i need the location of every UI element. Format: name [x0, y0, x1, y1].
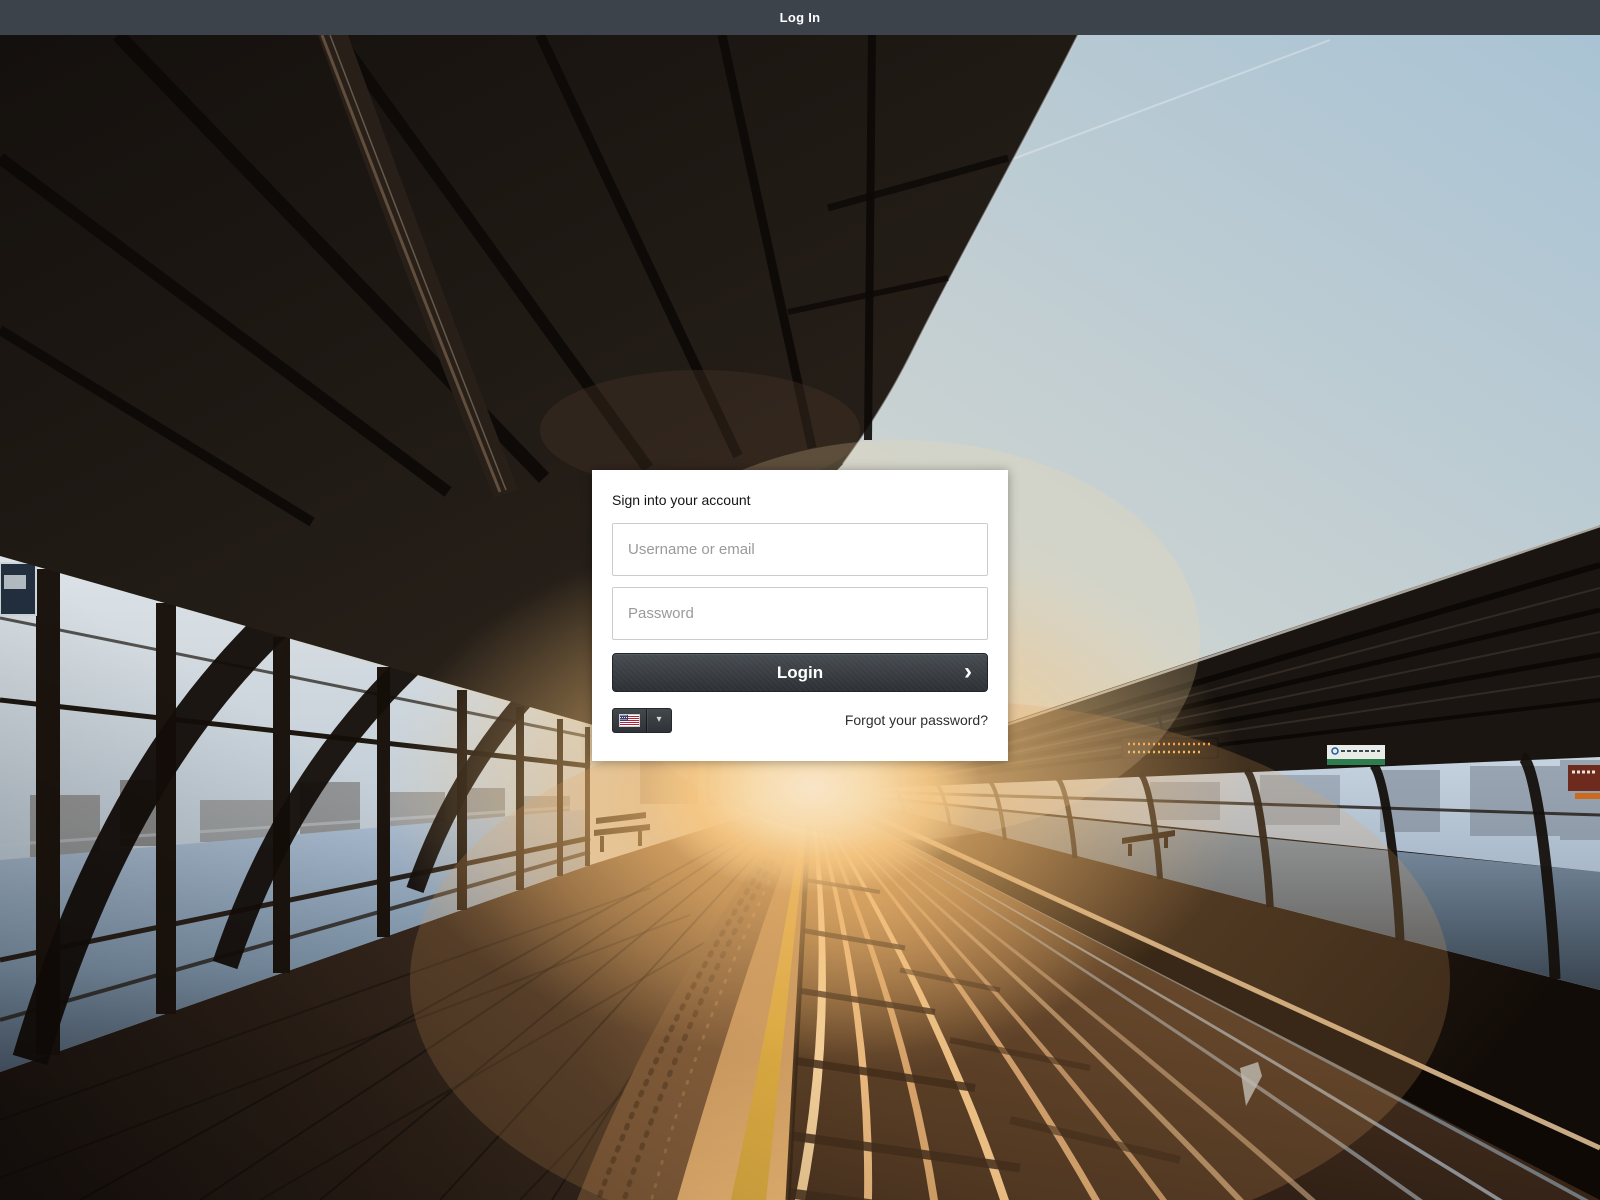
login-button-label: Login — [777, 663, 823, 682]
login-page: Log In Sign into your account Login › — [0, 0, 1600, 1200]
card-footer: ▾ Forgot your password? — [612, 707, 988, 733]
login-button[interactable]: Login › — [612, 653, 988, 692]
username-input[interactable] — [612, 523, 988, 576]
login-card: Sign into your account Login › — [592, 470, 1008, 761]
forgot-password-link[interactable]: Forgot your password? — [845, 712, 988, 728]
language-selector[interactable]: ▾ — [612, 708, 672, 733]
page-title: Log In — [780, 10, 821, 25]
language-dropdown-toggle[interactable]: ▾ — [647, 709, 671, 732]
password-input[interactable] — [612, 587, 988, 640]
chevron-right-icon: › — [964, 660, 972, 684]
card-heading: Sign into your account — [612, 492, 988, 508]
caret-down-icon: ▾ — [656, 715, 661, 725]
topbar: Log In — [0, 0, 1600, 35]
us-flag-icon — [613, 709, 646, 732]
